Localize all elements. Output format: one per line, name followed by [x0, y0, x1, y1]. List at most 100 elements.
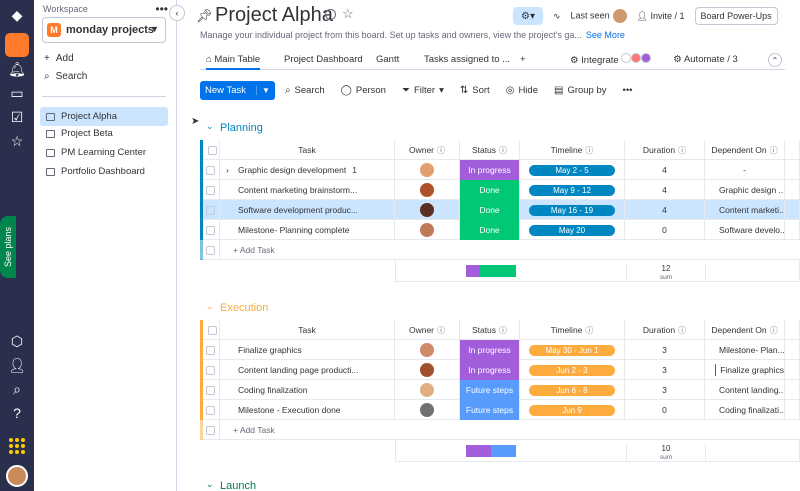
collapse-sidebar-button[interactable]: ‹ — [169, 5, 185, 21]
row-checkbox[interactable] — [206, 345, 215, 355]
favorites-star-icon[interactable]: ☆ — [0, 130, 34, 152]
chevron-down-icon[interactable]: ⌄ — [206, 479, 214, 490]
add-task-row[interactable]: + Add Task — [200, 420, 800, 440]
timeline-pill[interactable]: Jun 6 - 8 — [529, 384, 615, 396]
table-row[interactable]: Coding finalization+ Future steps Jun 6 - … — [200, 380, 800, 400]
sidebar-item-portfolio-dashboard[interactable]: Portfolio Dashboard — [40, 162, 168, 181]
person-filter-button[interactable]: ◯ Person — [341, 85, 386, 96]
task-name[interactable]: Finalize graphics — [238, 345, 302, 355]
row-checkbox[interactable] — [206, 225, 215, 235]
table-row[interactable]: Content marketing brainstorm...+ Done May … — [200, 180, 800, 200]
task-cell[interactable]: Finalize graphics+ — [220, 340, 395, 360]
column-header[interactable]: Duration ⓘ — [625, 320, 705, 340]
expand-chevron-icon[interactable]: › — [226, 165, 229, 175]
table-row[interactable]: Milestone- Planning complete+ Done May 20 0… — [200, 220, 800, 240]
avatar[interactable] — [420, 163, 434, 177]
timeline-pill[interactable]: May 30 - Jun 1 — [529, 344, 615, 356]
dependent-cell[interactable]: Content marketi... — [705, 200, 785, 220]
tab-main-table[interactable]: ⌂ Main Table — [206, 54, 261, 70]
info-icon[interactable]: ⓘ — [437, 145, 445, 156]
check-cell[interactable] — [200, 220, 220, 240]
avatar[interactable] — [420, 343, 434, 357]
check-cell[interactable] — [200, 200, 220, 220]
task-name[interactable]: Content marketing brainstorm... — [238, 185, 357, 195]
task-name[interactable]: Milestone- Planning complete — [238, 225, 350, 235]
task-cell[interactable]: Coding finalization+ — [220, 380, 395, 400]
avatar[interactable] — [6, 465, 28, 487]
table-row[interactable]: Finalize graphics+ In progress May 30 - Ju… — [200, 340, 800, 360]
info-icon[interactable]: ⓘ — [678, 145, 686, 156]
check-cell[interactable] — [200, 380, 220, 400]
task-cell[interactable]: Content marketing brainstorm...+ — [220, 180, 395, 200]
dependent-cell[interactable]: Content landing... — [705, 380, 785, 400]
task-cell[interactable]: Software development produc...+ — [220, 200, 395, 220]
group-title[interactable]: Launch — [220, 480, 256, 491]
apps-icon[interactable]: ⬡ — [0, 330, 34, 352]
timeline-pill[interactable]: May 16 - 19 — [529, 204, 615, 216]
task-cell[interactable]: Content landing page producti...+ — [220, 360, 395, 380]
table-row[interactable]: Content landing page producti...+ In prog… — [200, 360, 800, 380]
duration-cell[interactable]: 4 — [625, 200, 705, 220]
column-header[interactable]: Dependent On ⓘ — [705, 320, 785, 340]
timeline-pill[interactable]: Jun 9 — [529, 404, 615, 416]
select-all-checkbox[interactable] — [208, 325, 217, 335]
column-header[interactable]: Owner ⓘ — [395, 140, 460, 160]
automations-toggle[interactable]: ⚙▾ — [513, 7, 543, 25]
monday-logo-icon[interactable] — [5, 33, 29, 57]
owner-cell[interactable] — [395, 200, 460, 220]
status-cell[interactable]: Done — [460, 220, 520, 240]
status-cell[interactable]: Future steps — [460, 380, 520, 400]
info-icon[interactable]: ⓘ — [499, 325, 507, 336]
activity-icon[interactable]: ∿ — [553, 11, 561, 22]
table-row[interactable]: ›Graphic design development1+In progress… — [200, 160, 800, 180]
sidebar-search-button[interactable]: ⌕ Search — [44, 71, 87, 82]
column-header[interactable]: Timeline ⓘ — [520, 320, 625, 340]
row-checkbox[interactable] — [206, 425, 215, 435]
info-icon[interactable]: ⓘ — [585, 325, 593, 336]
app-logo-icon[interactable]: ◆ — [0, 4, 34, 26]
timeline-cell[interactable]: May 20 — [520, 220, 625, 240]
avatar[interactable] — [420, 383, 434, 397]
help-icon[interactable]: ? — [0, 402, 34, 424]
invite-button[interactable]: 👤︎ Invite / 1 — [637, 11, 685, 22]
dependent-cell[interactable]: Milestone- Plan... — [705, 340, 785, 360]
search-button[interactable]: ⌕ Search — [285, 85, 325, 96]
more-icon[interactable]: ••• — [155, 2, 168, 16]
inbox-icon[interactable]: ▭ — [0, 82, 34, 104]
chevron-down-icon[interactable]: ⌄ — [206, 121, 214, 132]
chevron-up-icon[interactable]: ⌃ — [768, 53, 782, 67]
avatar[interactable] — [420, 183, 434, 197]
column-header[interactable]: Task — [220, 140, 395, 160]
tab-project-dashboard[interactable]: Project Dashboard — [284, 54, 363, 65]
star-icon[interactable]: ☆ — [342, 6, 354, 22]
status-cell[interactable]: Done — [460, 200, 520, 220]
dependent-cell[interactable]: Software develo... — [705, 220, 785, 240]
timeline-cell[interactable]: Jun 9 — [520, 400, 625, 420]
add-view-button[interactable]: + — [520, 54, 526, 65]
dependent-cell[interactable]: - — [705, 160, 785, 180]
chevron-down-icon[interactable]: ⌄ — [206, 301, 214, 312]
task-cell[interactable]: Milestone- Planning complete+ — [220, 220, 395, 240]
automate-button[interactable]: ⚙ Automate / 3 — [673, 54, 738, 65]
owner-cell[interactable] — [395, 400, 460, 420]
tab-tasks-assigned[interactable]: Tasks assigned to ... — [424, 54, 510, 65]
status-cell[interactable]: Done — [460, 180, 520, 200]
avatar[interactable] — [420, 223, 434, 237]
column-header[interactable]: Owner ⓘ — [395, 320, 460, 340]
sort-button[interactable]: ⇅ Sort — [460, 85, 490, 96]
duration-cell[interactable]: 3 — [625, 380, 705, 400]
check-cell[interactable] — [200, 160, 220, 180]
timeline-cell[interactable]: May 16 - 19 — [520, 200, 625, 220]
duration-cell[interactable]: 3 — [625, 340, 705, 360]
row-checkbox[interactable] — [206, 165, 215, 175]
workspace-selector[interactable]: M monday projects ▼ — [42, 17, 166, 43]
timeline-pill[interactable]: May 2 - 5 — [529, 164, 615, 176]
status-cell[interactable]: In progress — [460, 160, 520, 180]
check-cell[interactable] — [200, 340, 220, 360]
task-cell[interactable]: Milestone - Execution done+ — [220, 400, 395, 420]
group-title[interactable]: Execution — [220, 302, 268, 314]
add-task-row[interactable]: + Add Task — [200, 240, 800, 260]
avatar[interactable] — [420, 363, 434, 377]
row-checkbox[interactable] — [206, 245, 215, 255]
info-icon[interactable]: i — [325, 9, 336, 20]
